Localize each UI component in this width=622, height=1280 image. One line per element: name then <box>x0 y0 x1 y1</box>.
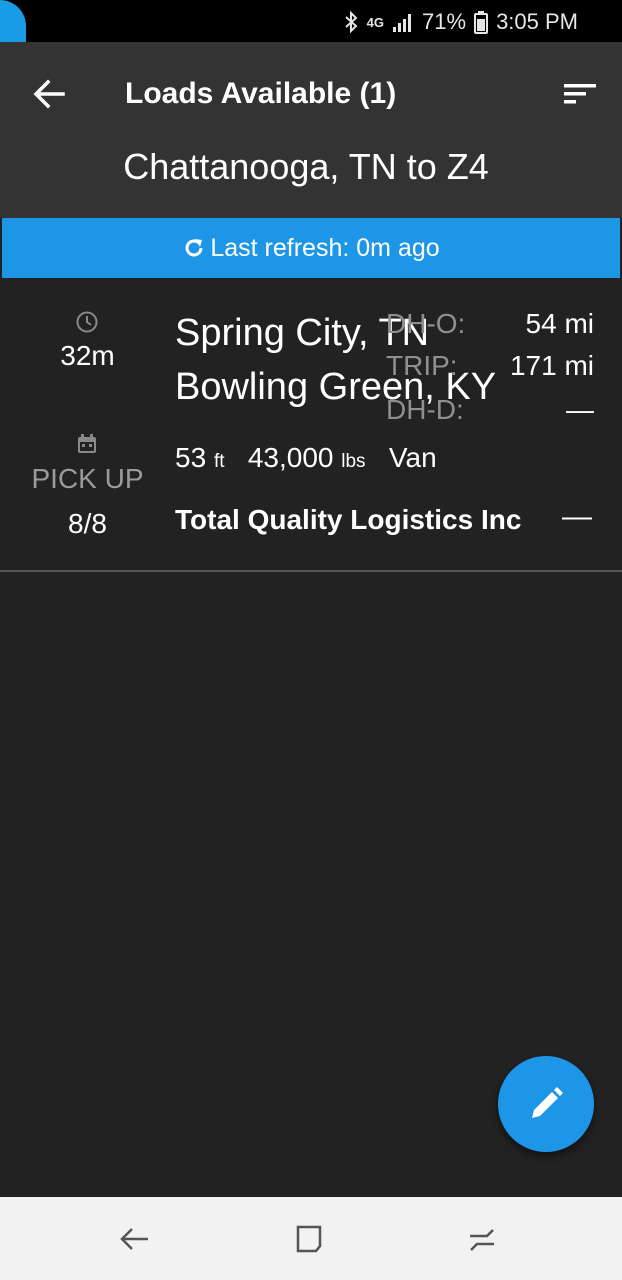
signal-icon <box>392 11 414 33</box>
network-label: 4G <box>366 14 385 30</box>
clock-time: 3:05 PM <box>496 9 578 34</box>
trip-value: 171 mi <box>509 350 594 381</box>
deadhead-origin-label: DH-O: <box>386 308 466 339</box>
refresh-icon <box>185 239 203 257</box>
edit-search-button[interactable] <box>498 1056 594 1152</box>
status-bar: 4G 71% 3:05 PM <box>0 0 622 42</box>
deadhead-origin: DH-O: 54 mi <box>374 308 594 348</box>
system-nav-bar <box>0 1197 622 1280</box>
clock-icon <box>76 311 98 333</box>
pencil-icon <box>532 1087 563 1118</box>
rate-value: — <box>562 500 592 533</box>
load-age: 32m <box>60 340 115 371</box>
status-icons: 4G 71% 3:05 PM <box>343 8 578 36</box>
company-name: Total Quality Logistics Inc <box>175 504 522 535</box>
sort-icon <box>564 84 596 104</box>
nav-recents-button[interactable] <box>460 1217 504 1261</box>
sort-button[interactable] <box>560 74 600 114</box>
trip-label: TRIP: <box>386 350 458 381</box>
page-title: Loads Available (1) <box>125 77 397 110</box>
load-list-item[interactable]: 32m PICK UP 8/8 Spring City, TN Bowling … <box>0 280 622 572</box>
deadhead-destination-value: — <box>566 394 594 425</box>
nav-back-button[interactable] <box>113 1217 157 1261</box>
equipment-type: Van <box>388 442 437 473</box>
nav-recents-icon <box>470 1229 494 1251</box>
deadhead-destination: DH-D: — <box>374 394 594 434</box>
battery-percent: 71% <box>422 9 467 34</box>
deadhead-origin-value: 54 mi <box>525 308 594 339</box>
nav-back-icon <box>120 1228 148 1250</box>
weight-value: 43,000 <box>247 442 334 473</box>
weight-unit: lbs <box>341 451 366 472</box>
refresh-bar[interactable]: Last refresh: 0m ago <box>2 218 620 278</box>
pickup-date: 8/8 <box>68 508 107 539</box>
calendar-icon <box>78 434 96 453</box>
status-accent <box>0 0 26 42</box>
load-specs: 53 ft 43,000 lbs Van <box>175 442 437 474</box>
network-icon: 4G <box>367 16 384 29</box>
bluetooth-icon <box>343 10 359 34</box>
nav-home-icon <box>296 1225 322 1253</box>
search-route: Chattanooga, TN to Z4 <box>123 146 489 187</box>
app-header: Loads Available (1) Chattanooga, TN to Z… <box>0 42 622 218</box>
trip-distance: TRIP: 171 mi <box>374 350 594 390</box>
arrow-left-icon <box>33 79 65 109</box>
refresh-text: Last refresh: 0m ago <box>210 233 440 262</box>
nav-home-button[interactable] <box>287 1217 331 1261</box>
deadhead-destination-label: DH-D: <box>386 394 464 425</box>
back-button[interactable] <box>28 74 70 114</box>
battery-icon <box>474 10 489 34</box>
pickup-label: PICK UP <box>31 463 144 494</box>
length-value: 53 <box>175 442 207 473</box>
length-unit: ft <box>213 451 225 472</box>
